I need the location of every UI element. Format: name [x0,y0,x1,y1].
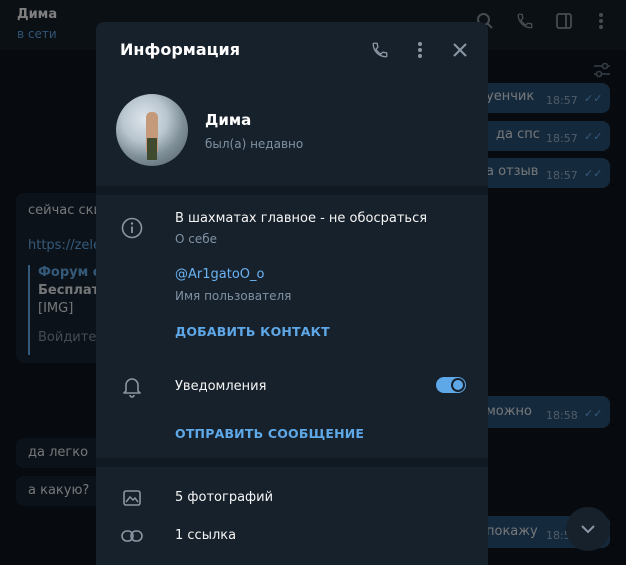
call-icon[interactable] [368,38,392,62]
photos-count[interactable]: 5 фотографий [175,490,273,505]
avatar[interactable] [116,94,188,166]
panel-title: Информация [120,40,240,59]
info-icon [120,216,144,240]
toggle-knob [451,378,465,392]
send-message-button[interactable]: ОТПРАВИТЬ СООБЩЕНИЕ [175,426,364,441]
bio-label: О себе [175,232,218,246]
notifications-toggle[interactable] [436,377,466,393]
section-divider [96,458,488,467]
avatar-figure-legs [147,138,157,160]
panel-header: Информация [96,22,488,78]
links-count[interactable]: 1 ссылка [175,528,236,543]
close-icon[interactable] [448,38,472,62]
scroll-down-button[interactable] [566,507,610,551]
user-last-seen: был(а) недавно [205,137,304,151]
user-info-panel: Информация Дима был(а) недавно В шахмата… [96,22,488,565]
notifications-label: Уведомления [175,379,267,394]
username-label: Имя пользователя [175,289,292,303]
add-contact-button[interactable]: ДОБАВИТЬ КОНТАКТ [175,324,330,339]
link-icon [120,524,144,548]
user-name: Дима [205,111,252,129]
bio-text[interactable]: В шахматах главное - не обосраться [175,211,427,226]
username-value[interactable]: @Ar1gatoO_o [175,267,264,282]
more-icon[interactable] [408,38,432,62]
section-divider [96,186,488,195]
photo-icon [120,486,144,510]
bell-icon [120,375,144,399]
